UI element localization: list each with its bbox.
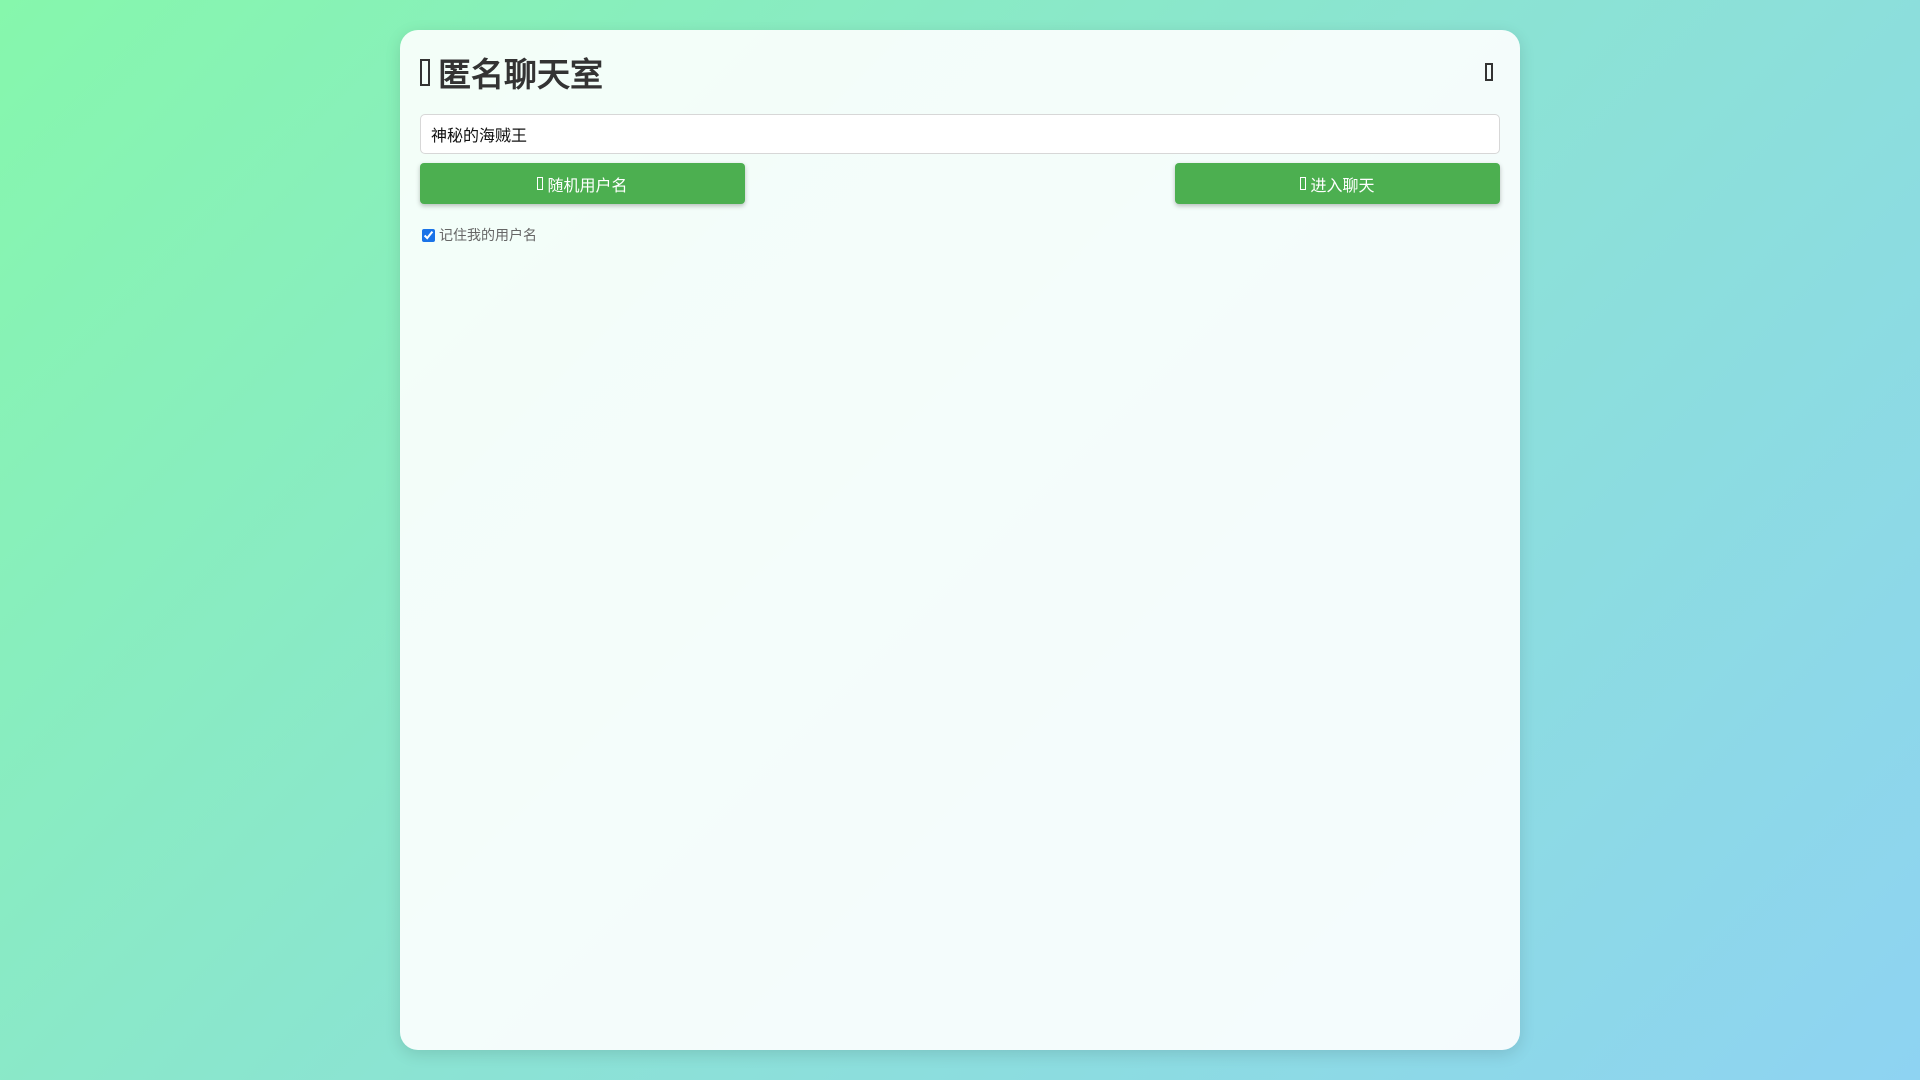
remember-username-checkbox[interactable] — [422, 228, 435, 242]
remember-username-option[interactable]: 记住我的用户名 — [422, 225, 537, 245]
chat-icon — [420, 58, 430, 86]
username-input[interactable] — [420, 114, 1500, 154]
page-title: 匿名聊天室 — [420, 48, 603, 96]
dice-icon — [537, 177, 544, 190]
enter-icon — [1300, 177, 1307, 190]
remember-username-label: 记住我的用户名 — [439, 227, 537, 243]
header: 匿名聊天室 — [420, 44, 1500, 100]
login-card: 匿名聊天室 随机用户名 进入聊天 记住我的用户名 — [400, 30, 1520, 1050]
random-username-label: 随机用户名 — [547, 177, 628, 195]
settings-icon — [1485, 63, 1493, 81]
page-title-text: 匿名聊天室 — [438, 56, 603, 93]
enter-chat-button[interactable]: 进入聊天 — [1175, 163, 1500, 204]
enter-chat-label: 进入聊天 — [1310, 177, 1375, 195]
random-username-button[interactable]: 随机用户名 — [420, 163, 745, 204]
settings-button[interactable] — [1478, 57, 1500, 87]
